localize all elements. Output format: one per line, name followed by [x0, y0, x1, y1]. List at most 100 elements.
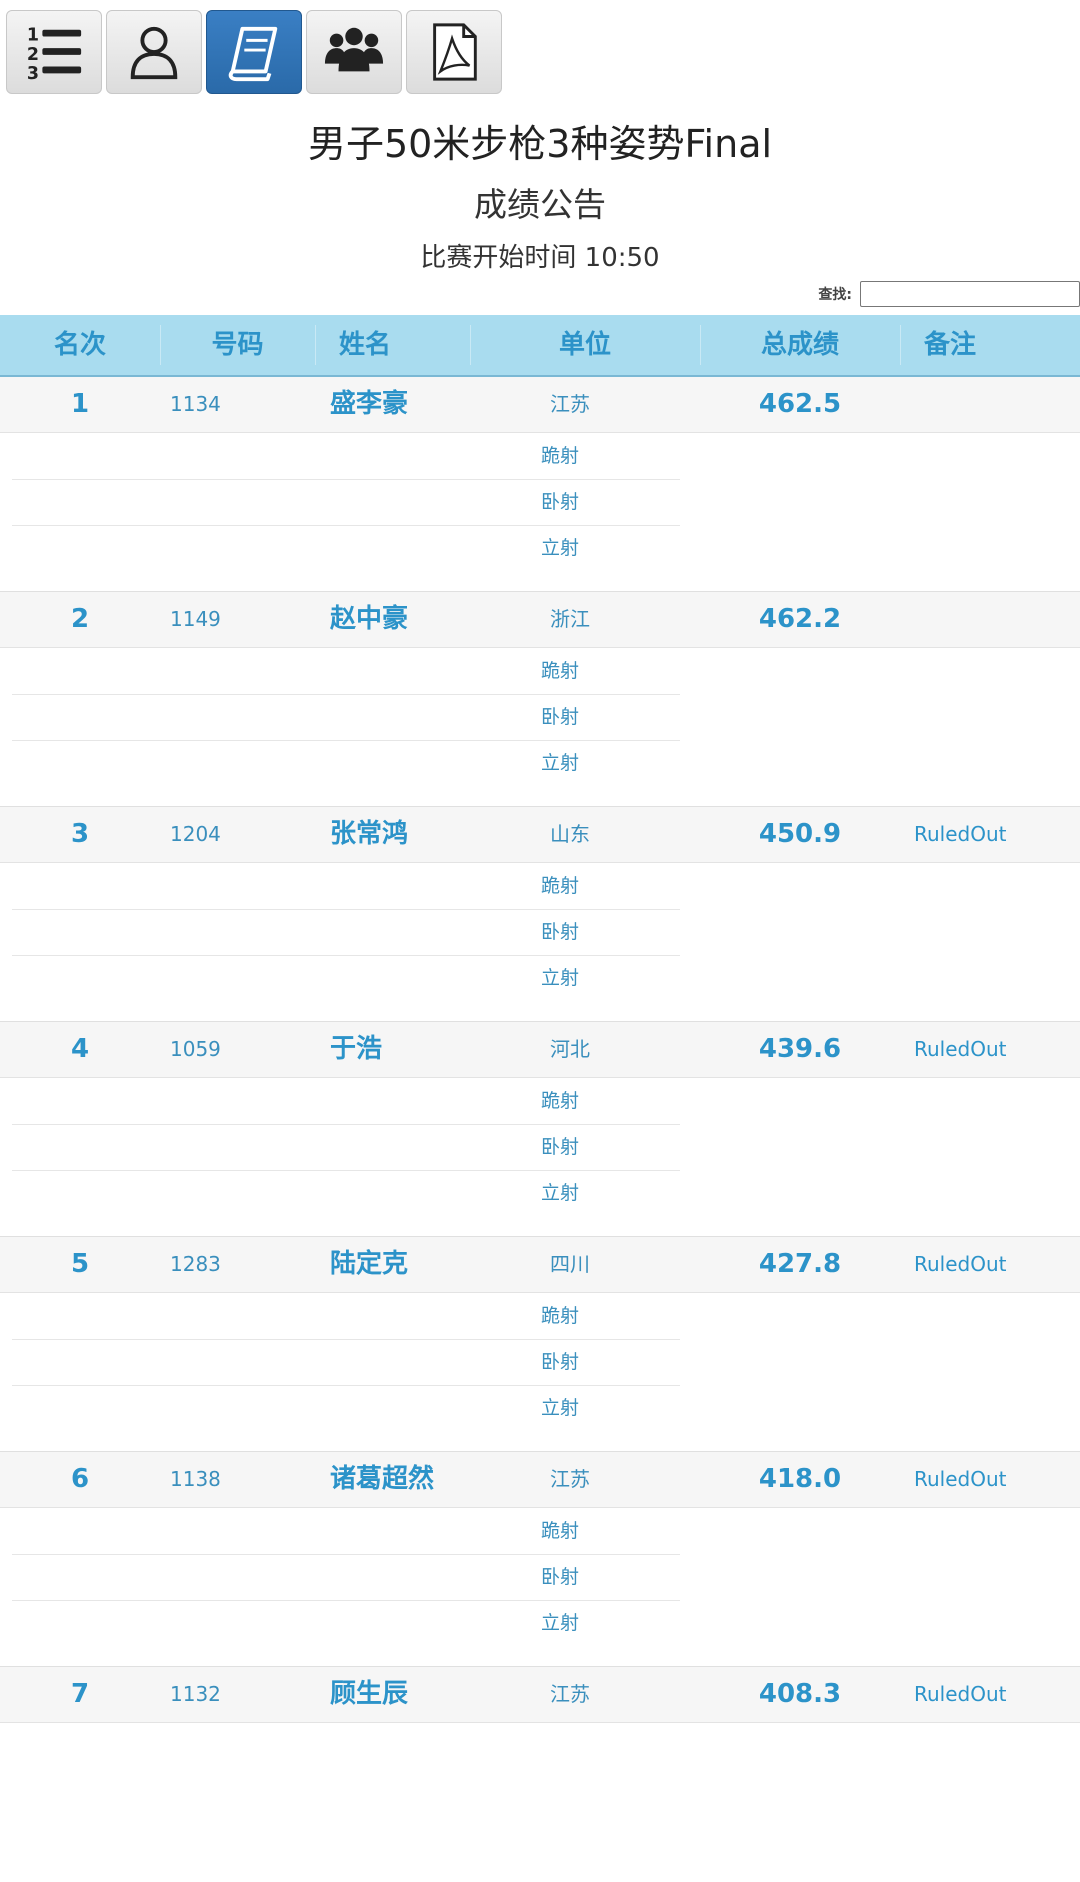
unit-cell: 江苏	[550, 1682, 590, 1706]
unit-cell: 山东	[550, 822, 590, 846]
note-cell: RuledOut	[914, 1467, 1007, 1491]
result-group: 3 1204 张常鸿 山东 450.9 RuledOut 跪射 卧射 立射	[0, 807, 1080, 1022]
search-input[interactable]	[860, 281, 1080, 307]
table-row[interactable]: 4 1059 于浩 河北 439.6 RuledOut	[0, 1022, 1080, 1078]
table-row[interactable]: 7 1132 顾生辰 江苏 408.3 RuledOut	[0, 1667, 1080, 1723]
table-row[interactable]: 5 1283 陆定克 四川 427.8 RuledOut	[0, 1237, 1080, 1293]
sub-row-prone: 卧射	[12, 694, 680, 741]
sub-row-kneeling: 跪射	[12, 648, 680, 695]
header-bib[interactable]: 号码	[160, 315, 315, 375]
sub-row-prone: 卧射	[12, 1339, 680, 1386]
unit-cell: 四川	[550, 1252, 590, 1276]
result-group: 2 1149 赵中豪 浙江 462.2 跪射 卧射 立射	[0, 592, 1080, 807]
position-label: 跪射	[541, 875, 580, 897]
svg-text:1: 1	[27, 25, 39, 45]
position-label: 立射	[541, 537, 580, 559]
ranking-list-button[interactable]: 1 2 3	[6, 10, 102, 94]
search-box: 查找:	[818, 281, 1080, 307]
position-label: 卧射	[541, 706, 580, 728]
bib-cell: 1138	[170, 1467, 221, 1491]
sub-row-prone: 卧射	[12, 479, 680, 526]
total-score-cell: 462.5	[758, 389, 842, 419]
table-header: 名次 号码 姓名 单位 总成绩 备注	[0, 315, 1080, 377]
rank-cell: 6	[70, 1464, 90, 1494]
athlete-name-link[interactable]: 顾生辰	[330, 1667, 408, 1722]
toolbar: 1 2 3	[6, 10, 502, 96]
svg-text:2: 2	[27, 45, 39, 65]
ranked-list-icon: 1 2 3	[27, 25, 82, 83]
bib-cell: 1134	[170, 392, 221, 416]
svg-text:3: 3	[27, 64, 39, 83]
sub-row-standing: 立射	[12, 740, 680, 786]
sub-row-kneeling: 跪射	[12, 1508, 680, 1555]
start-time: 比赛开始时间 10:50	[420, 243, 660, 273]
total-score-cell: 418.0	[758, 1464, 842, 1494]
sub-row-kneeling: 跪射	[12, 1293, 680, 1340]
position-label: 立射	[541, 967, 580, 989]
total-score-cell: 427.8	[758, 1249, 842, 1279]
bib-cell: 1132	[170, 1682, 221, 1706]
rank-cell: 1	[70, 389, 90, 419]
note-cell: RuledOut	[914, 1682, 1007, 1706]
unit-cell: 河北	[550, 1037, 590, 1061]
position-label: 跪射	[541, 1090, 580, 1112]
table-row[interactable]: 3 1204 张常鸿 山东 450.9 RuledOut	[0, 807, 1080, 863]
table-row[interactable]: 1 1134 盛李豪 江苏 462.5	[0, 377, 1080, 433]
rank-cell: 4	[70, 1034, 90, 1064]
results-book-button[interactable]	[206, 10, 302, 94]
table-row[interactable]: 2 1149 赵中豪 浙江 462.2	[0, 592, 1080, 648]
header-rank[interactable]: 名次	[0, 315, 160, 375]
athlete-button[interactable]	[106, 10, 202, 94]
header-unit[interactable]: 单位	[470, 315, 700, 375]
position-label: 跪射	[541, 1305, 580, 1327]
rank-cell: 7	[70, 1679, 90, 1709]
position-label: 立射	[541, 1612, 580, 1634]
position-label: 卧射	[541, 491, 580, 513]
bib-cell: 1149	[170, 607, 221, 631]
page-title: 男子50米步枪3种姿势Final	[307, 122, 773, 166]
position-label: 跪射	[541, 1520, 580, 1542]
athlete-name-link[interactable]: 陆定克	[330, 1237, 408, 1292]
result-group: 4 1059 于浩 河北 439.6 RuledOut 跪射 卧射 立射	[0, 1022, 1080, 1237]
bib-cell: 1283	[170, 1252, 221, 1276]
result-group: 7 1132 顾生辰 江苏 408.3 RuledOut	[0, 1667, 1080, 1882]
header-name[interactable]: 姓名	[315, 315, 415, 375]
position-label: 卧射	[541, 1566, 580, 1588]
athlete-name-link[interactable]: 于浩	[330, 1022, 382, 1077]
bib-cell: 1059	[170, 1037, 221, 1061]
sub-row-kneeling: 跪射	[12, 1078, 680, 1125]
position-label: 卧射	[541, 1136, 580, 1158]
athlete-name-link[interactable]: 赵中豪	[330, 592, 408, 647]
header-total[interactable]: 总成绩	[700, 315, 900, 375]
result-group: 1 1134 盛李豪 江苏 462.5 跪射 卧射 立射	[0, 377, 1080, 592]
total-score-cell: 408.3	[758, 1679, 842, 1709]
athlete-name-link[interactable]: 盛李豪	[330, 377, 408, 432]
position-label: 卧射	[541, 921, 580, 943]
sub-row-kneeling: 跪射	[12, 863, 680, 910]
unit-cell: 江苏	[550, 1467, 590, 1491]
athlete-name-link[interactable]: 诸葛超然	[330, 1452, 434, 1507]
team-button[interactable]	[306, 10, 402, 94]
athlete-name-link[interactable]: 张常鸿	[330, 807, 408, 862]
header-note[interactable]: 备注	[900, 315, 1000, 375]
book-icon	[228, 26, 278, 82]
rank-cell: 3	[70, 819, 90, 849]
result-group: 5 1283 陆定克 四川 427.8 RuledOut 跪射 卧射 立射	[0, 1237, 1080, 1452]
pdf-icon	[433, 23, 477, 81]
total-score-cell: 462.2	[758, 604, 842, 634]
total-score-cell: 439.6	[758, 1034, 842, 1064]
result-group: 6 1138 诸葛超然 江苏 418.0 RuledOut 跪射 卧射 立射	[0, 1452, 1080, 1667]
total-score-cell: 450.9	[758, 819, 842, 849]
note-cell: RuledOut	[914, 822, 1007, 846]
search-label: 查找:	[818, 287, 852, 303]
team-icon	[324, 27, 384, 72]
sub-row-standing: 立射	[12, 1385, 680, 1431]
position-label: 跪射	[541, 445, 580, 467]
unit-cell: 江苏	[550, 392, 590, 416]
rank-cell: 2	[70, 604, 90, 634]
sub-row-kneeling: 跪射	[12, 433, 680, 480]
note-cell: RuledOut	[914, 1037, 1007, 1061]
person-icon	[130, 26, 178, 80]
table-row[interactable]: 6 1138 诸葛超然 江苏 418.0 RuledOut	[0, 1452, 1080, 1508]
pdf-button[interactable]	[406, 10, 502, 94]
